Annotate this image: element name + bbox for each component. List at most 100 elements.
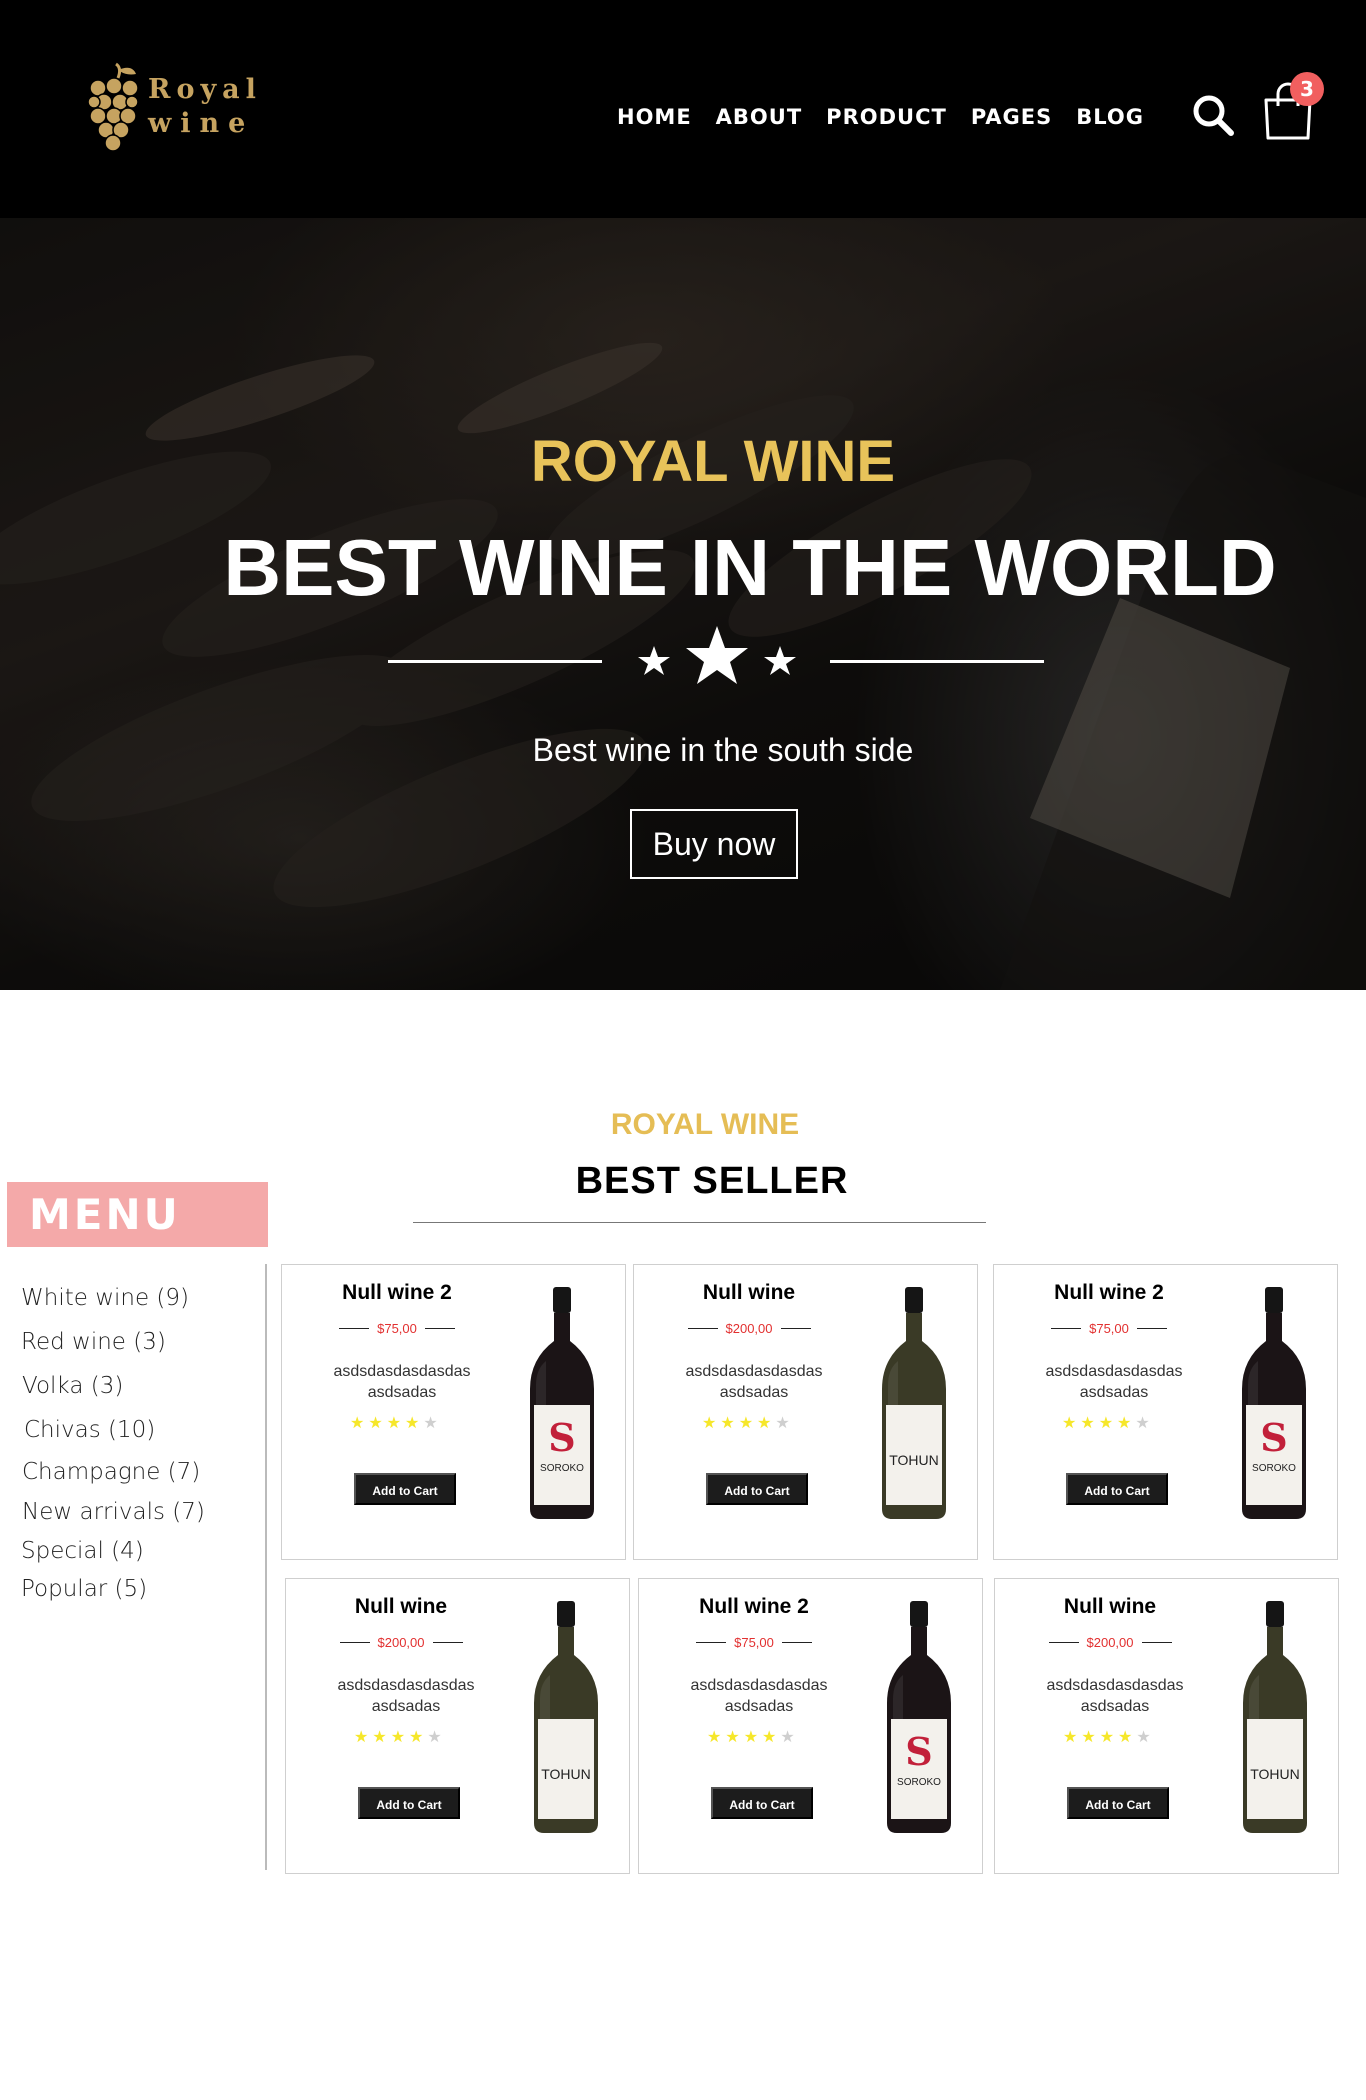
- product-description: asdsdasdasdasdas asdsadas: [634, 1361, 874, 1403]
- menu-item-new-arrivals[interactable]: New arrivals (7): [22, 1499, 205, 1525]
- price-row: $75,00: [994, 1321, 1224, 1336]
- product-description-line1: asdsdasdasdasdas: [690, 1677, 828, 1694]
- three-stars-icon: [638, 626, 796, 684]
- search-button[interactable]: [1190, 92, 1236, 138]
- price-dash-right: [1136, 1328, 1167, 1329]
- product-card-3[interactable]: Null wine 2 $75,00 asdsdasdasdasdas asds…: [993, 1264, 1338, 1560]
- menu-item-white-wine[interactable]: White wine (9): [21, 1285, 189, 1311]
- section-kicker: ROYAL WINE: [610, 1108, 800, 1141]
- star-icon: ★: [743, 1727, 763, 1746]
- nav-about[interactable]: ABOUT: [716, 103, 803, 131]
- grape-logo-icon: [88, 62, 139, 152]
- product-description-line1: asdsdasdasdasdas: [337, 1677, 475, 1694]
- product-description: asdsdasdasdasdas asdsadas: [286, 1675, 526, 1717]
- star-icon: ★: [405, 1413, 424, 1432]
- nav-blog[interactable]: BLOG: [1076, 103, 1144, 131]
- star-icon: ★: [1118, 1727, 1137, 1746]
- rating-stars: ★★★★★: [707, 1727, 799, 1746]
- price-dash-left: [687, 1328, 718, 1329]
- nav-pages[interactable]: PAGES: [971, 103, 1052, 131]
- product-price: $200,00: [725, 1321, 773, 1336]
- product-description-line2: asdsadas: [724, 1698, 794, 1715]
- hero-title: BEST WINE IN THE WORLD: [223, 523, 1277, 612]
- price-row: $200,00: [286, 1635, 516, 1650]
- section-divider: [413, 1222, 986, 1223]
- star-icon: ★: [702, 1413, 721, 1432]
- hero-divider-right: [830, 660, 1044, 663]
- product-card-2[interactable]: Null wine $200,00 asdsdasdasdasdas asdsa…: [633, 1264, 978, 1560]
- product-name[interactable]: Null wine: [634, 1281, 864, 1305]
- star-icon: ★: [423, 1413, 442, 1432]
- buy-now-button[interactable]: Buy now: [630, 809, 798, 879]
- product-name[interactable]: Null wine 2: [282, 1281, 512, 1305]
- product-description-line2: asdsadas: [371, 1698, 441, 1715]
- hero-kicker: ROYAL WINE: [530, 429, 896, 494]
- svg-text:SOROKO: SOROKO: [897, 1777, 941, 1788]
- menu-item-special[interactable]: Special (4): [21, 1538, 144, 1564]
- cart-count-badge: 3: [1290, 72, 1324, 106]
- star-icon: ★: [1063, 1727, 1082, 1746]
- star-icon: ★: [757, 1413, 776, 1432]
- product-description-line1: asdsdasdasdasdas: [333, 1363, 471, 1380]
- price-row: $75,00: [639, 1635, 869, 1650]
- price-dash-left: [1048, 1642, 1079, 1643]
- product-name[interactable]: Null wine 2: [994, 1281, 1224, 1305]
- star-icon: ★: [1062, 1413, 1081, 1432]
- add-to-cart-button[interactable]: Add to Cart: [1067, 1787, 1169, 1819]
- star-icon: ★: [738, 1413, 758, 1432]
- add-to-cart-button[interactable]: Add to Cart: [711, 1787, 813, 1819]
- star-icon: ★: [372, 1727, 391, 1746]
- menu-item-volka[interactable]: Volka (3): [22, 1373, 123, 1399]
- product-description-line2: asdsadas: [367, 1384, 437, 1401]
- site-header: Royal wine HOME ABOUT PRODUCT PAGES BLOG…: [0, 0, 1366, 218]
- svg-text:S: S: [1260, 1415, 1287, 1460]
- star-icon: ★: [354, 1727, 373, 1746]
- search-icon: [1193, 95, 1234, 136]
- star-icon: ★: [707, 1727, 726, 1746]
- add-to-cart-button[interactable]: Add to Cart: [358, 1787, 460, 1819]
- menu-header: MENU: [7, 1182, 268, 1247]
- star-icon: ★: [1098, 1413, 1118, 1432]
- product-card-5[interactable]: Null wine 2 $75,00 asdsdasdasdasdas asds…: [638, 1578, 983, 1874]
- product-card-6[interactable]: Null wine $200,00 asdsdasdasdasdas asdsa…: [994, 1578, 1339, 1874]
- star-icon: ★: [762, 1727, 781, 1746]
- product-description-line1: asdsdasdasdasdas: [1045, 1363, 1183, 1380]
- nav-product[interactable]: PRODUCT: [826, 103, 947, 131]
- hero-banner: ROYAL WINE BEST WINE IN THE WORLD Best w…: [0, 218, 1366, 990]
- product-name[interactable]: Null wine 2: [639, 1595, 869, 1619]
- svg-text:S: S: [905, 1729, 932, 1774]
- product-description-line1: asdsdasdasdasdas: [1046, 1677, 1184, 1694]
- price-dash-left: [339, 1642, 370, 1643]
- price-row: $75,00: [282, 1321, 512, 1336]
- main-nav: HOME ABOUT PRODUCT PAGES BLOG: [617, 103, 1168, 131]
- product-description: asdsdasdasdasdas asdsadas: [995, 1675, 1235, 1717]
- product-card-4[interactable]: Null wine $200,00 asdsdasdasdasdas asdsa…: [285, 1578, 630, 1874]
- menu-item-champagne[interactable]: Champagne (7): [22, 1459, 200, 1485]
- product-name[interactable]: Null wine: [995, 1595, 1225, 1619]
- menu-item-chivas[interactable]: Chivas (10): [24, 1417, 155, 1443]
- nav-home[interactable]: HOME: [617, 103, 692, 131]
- star-icon: ★: [780, 1727, 799, 1746]
- rating-stars: ★★★★★: [1062, 1413, 1154, 1432]
- rating-stars: ★★★★★: [350, 1413, 442, 1432]
- wine-bottle-image: TOHUN: [534, 1601, 598, 1833]
- wine-bottle-image: TOHUN: [882, 1287, 946, 1519]
- menu-item-popular[interactable]: Popular (5): [21, 1576, 147, 1602]
- product-description: asdsdasdasdasdas asdsadas: [639, 1675, 879, 1717]
- brand-logo[interactable]: Royal wine: [88, 62, 262, 152]
- add-to-cart-button[interactable]: Add to Cart: [1066, 1473, 1168, 1505]
- star-icon: ★: [1117, 1413, 1136, 1432]
- add-to-cart-button[interactable]: Add to Cart: [706, 1473, 808, 1505]
- wine-bottle-image: S SOROKO: [1242, 1287, 1306, 1519]
- product-description-line2: asdsadas: [719, 1384, 789, 1401]
- product-card-1[interactable]: Null wine 2 $75,00 asdsdasdasdasdas asds…: [281, 1264, 626, 1560]
- menu-item-red-wine[interactable]: Red wine (3): [21, 1329, 166, 1355]
- price-dash-right: [781, 1642, 812, 1643]
- star-icon: ★: [775, 1413, 794, 1432]
- star-icon: ★: [409, 1727, 428, 1746]
- product-name[interactable]: Null wine: [286, 1595, 516, 1619]
- price-row: $200,00: [634, 1321, 864, 1336]
- product-description: asdsdasdasdasdas asdsadas: [282, 1361, 522, 1403]
- add-to-cart-button[interactable]: Add to Cart: [354, 1473, 456, 1505]
- rating-stars: ★★★★★: [702, 1413, 794, 1432]
